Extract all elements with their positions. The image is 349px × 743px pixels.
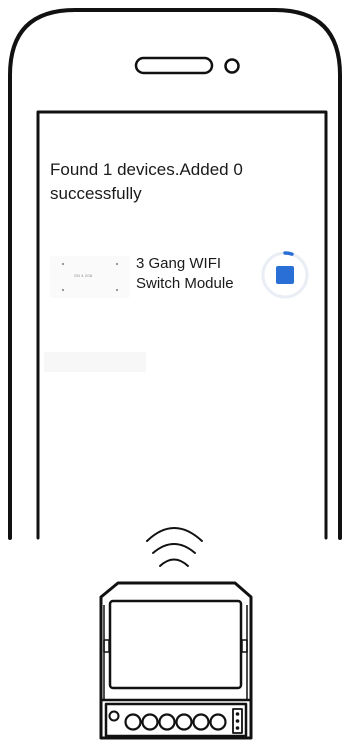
device-name: 3 Gang WIFI Switch Module — [136, 254, 261, 294]
placeholder-bar — [44, 352, 146, 372]
terminal — [124, 713, 142, 731]
terminal — [158, 713, 176, 731]
found-devices-message: Found 1 devices.Added 0 successfully — [50, 160, 243, 203]
device-thumbnail: SN 4 208 — [50, 256, 130, 298]
terminal — [192, 713, 210, 731]
thumbnail-label: SN 4 208 — [74, 273, 93, 278]
terminal — [141, 713, 159, 731]
speaker-slot — [134, 56, 214, 75]
wifi-signal-icon — [146, 527, 203, 567]
device-name-line2: Switch Module — [136, 275, 234, 292]
device-name-line1: 3 Gang WIFI — [136, 255, 222, 272]
terminal — [175, 713, 193, 731]
spinner-icon — [259, 249, 311, 301]
terminal — [209, 713, 227, 731]
device-list-item[interactable]: SN 4 208 3 Gang WIFI Switch Module — [46, 248, 316, 306]
switch-module — [99, 581, 253, 740]
front-camera — [224, 58, 240, 74]
